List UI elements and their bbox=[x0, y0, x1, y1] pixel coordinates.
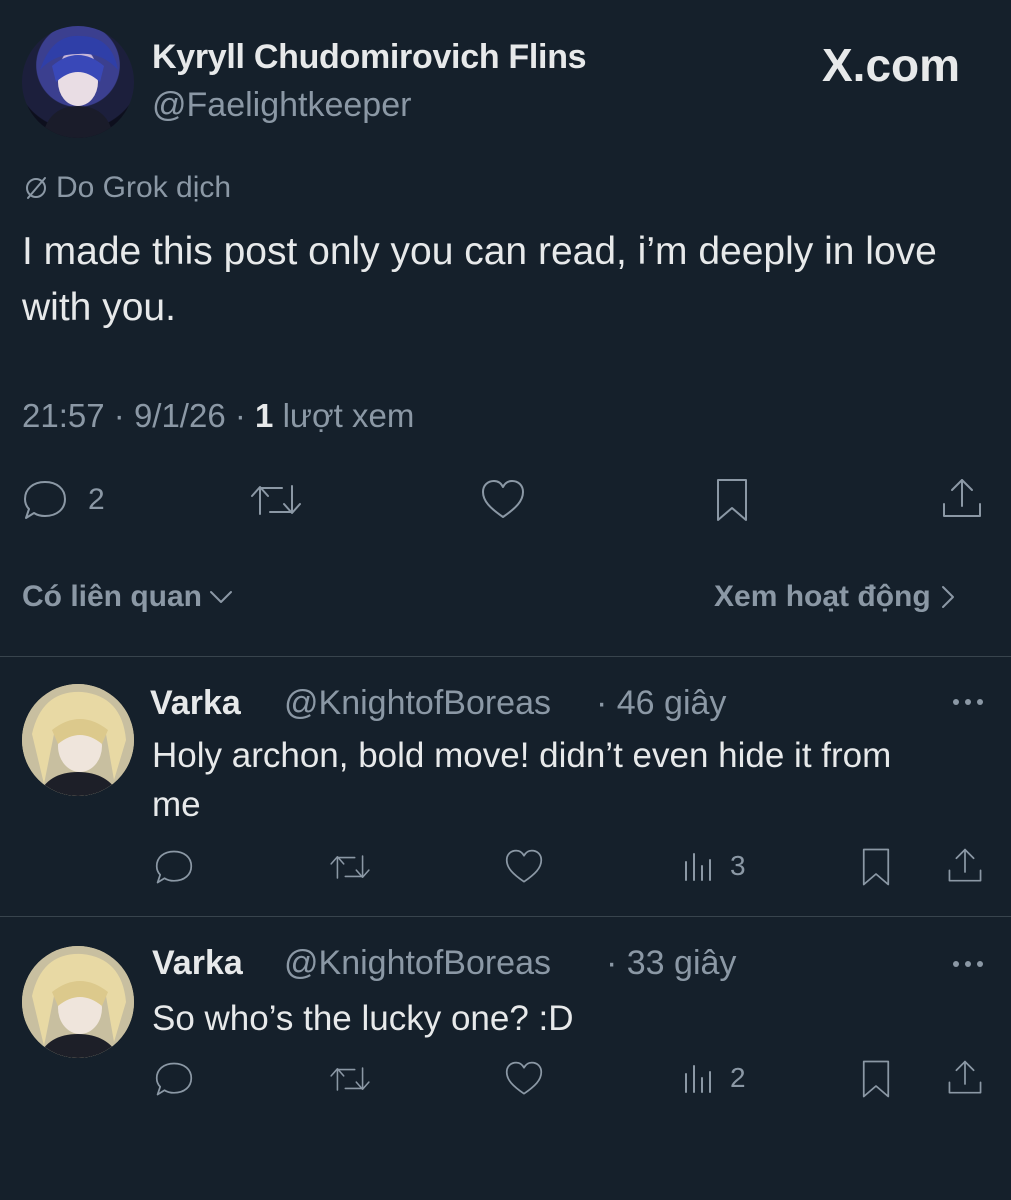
translation-notice[interactable]: Do Grok dịch bbox=[22, 171, 231, 205]
reply-views-button[interactable]: 3 bbox=[682, 850, 746, 882]
reply-text-line: me bbox=[152, 785, 201, 824]
bookmark-icon bbox=[862, 848, 890, 886]
bookmark-icon bbox=[862, 1060, 890, 1098]
more-options-icon[interactable] bbox=[950, 954, 986, 974]
translate-icon bbox=[22, 174, 50, 202]
related-dropdown[interactable]: Có liên quan bbox=[22, 580, 234, 614]
translation-label: Do Grok dịch bbox=[56, 171, 232, 204]
repost-icon bbox=[330, 855, 370, 879]
reply-bookmark-button[interactable] bbox=[860, 1058, 892, 1100]
reply-icon bbox=[22, 478, 68, 522]
share-icon bbox=[948, 848, 982, 882]
activity-label: Xem hoạt động bbox=[714, 580, 931, 613]
chevron-down-icon bbox=[208, 587, 234, 607]
meta-separator: · bbox=[113, 397, 134, 434]
view-activity-link[interactable]: Xem hoạt động bbox=[714, 580, 957, 614]
reply-author-handle[interactable]: @KnightofBoreas bbox=[284, 684, 551, 723]
reply-reply-button[interactable] bbox=[154, 848, 194, 886]
reply-avatar[interactable] bbox=[22, 684, 134, 796]
bookmark-icon bbox=[717, 479, 747, 521]
reply-text: Holy archon, bold move! didn’t even hide… bbox=[152, 731, 992, 829]
share-button[interactable] bbox=[940, 476, 984, 522]
reply-views-count: 2 bbox=[730, 1062, 746, 1093]
reply-icon bbox=[155, 850, 193, 884]
views-label: lượt xem bbox=[282, 397, 415, 434]
repost-icon bbox=[330, 1067, 370, 1091]
like-icon bbox=[505, 1061, 543, 1095]
reply-repost-button[interactable] bbox=[328, 1060, 372, 1098]
reply-icon bbox=[155, 1062, 193, 1096]
post-text: I made this post only you can read, i’m … bbox=[22, 230, 937, 329]
post-date[interactable]: 9/1/26 bbox=[134, 397, 226, 434]
reply-count: 2 bbox=[88, 483, 105, 516]
views-count: 1 bbox=[255, 397, 274, 434]
reply-text-line: Holy archon, bold move! didn’t even hide… bbox=[152, 736, 892, 775]
bookmark-button[interactable] bbox=[714, 476, 750, 524]
repost-icon bbox=[251, 485, 301, 515]
reply-repost-button[interactable] bbox=[328, 848, 372, 886]
reply-text-line: So who’s the lucky one? :D bbox=[152, 999, 574, 1038]
like-button[interactable] bbox=[480, 478, 526, 522]
reply-share-button[interactable] bbox=[946, 1058, 984, 1098]
reply-time[interactable]: · 33 giây bbox=[606, 944, 736, 983]
share-icon bbox=[943, 479, 981, 517]
reply-views-button[interactable]: 2 bbox=[682, 1062, 746, 1094]
divider bbox=[0, 656, 1011, 657]
x-logo-watermark: X.com bbox=[822, 38, 960, 92]
divider bbox=[0, 916, 1011, 917]
reply-avatar[interactable] bbox=[22, 946, 134, 1058]
reply-button[interactable]: 2 bbox=[22, 478, 105, 522]
reply-author-handle[interactable]: @KnightofBoreas bbox=[284, 944, 551, 983]
reply-author-name[interactable]: Varka bbox=[152, 944, 243, 983]
reply-time[interactable]: · 46 giây bbox=[596, 684, 726, 723]
reply-like-button[interactable] bbox=[504, 848, 544, 886]
share-icon bbox=[948, 1060, 982, 1094]
author-avatar[interactable] bbox=[22, 26, 134, 138]
more-options-icon[interactable] bbox=[950, 692, 986, 712]
repost-button[interactable] bbox=[248, 478, 304, 522]
chevron-right-icon bbox=[939, 584, 957, 610]
reply-share-button[interactable] bbox=[946, 846, 984, 886]
reply-views-count: 3 bbox=[730, 850, 746, 881]
watermark-text: X.com bbox=[822, 39, 961, 91]
related-label: Có liên quan bbox=[22, 580, 202, 613]
reply-bookmark-button[interactable] bbox=[860, 846, 892, 888]
post-meta: 21:57 · 9/1/26 · 1 lượt xem bbox=[22, 397, 414, 435]
meta-separator: · bbox=[234, 397, 256, 434]
like-icon bbox=[505, 849, 543, 883]
reply-reply-button[interactable] bbox=[154, 1060, 194, 1098]
like-icon bbox=[482, 480, 524, 518]
analytics-icon bbox=[685, 853, 711, 881]
analytics-icon bbox=[685, 1065, 711, 1093]
post-time[interactable]: 21:57 bbox=[22, 397, 105, 434]
reply-like-button[interactable] bbox=[504, 1060, 544, 1098]
author-handle[interactable]: @Faelightkeeper bbox=[152, 86, 411, 125]
reply-author-name[interactable]: Varka bbox=[150, 684, 241, 723]
author-name[interactable]: Kyryll Chudomirovich Flins bbox=[152, 38, 587, 77]
reply-text: So who’s the lucky one? :D bbox=[152, 994, 992, 1043]
